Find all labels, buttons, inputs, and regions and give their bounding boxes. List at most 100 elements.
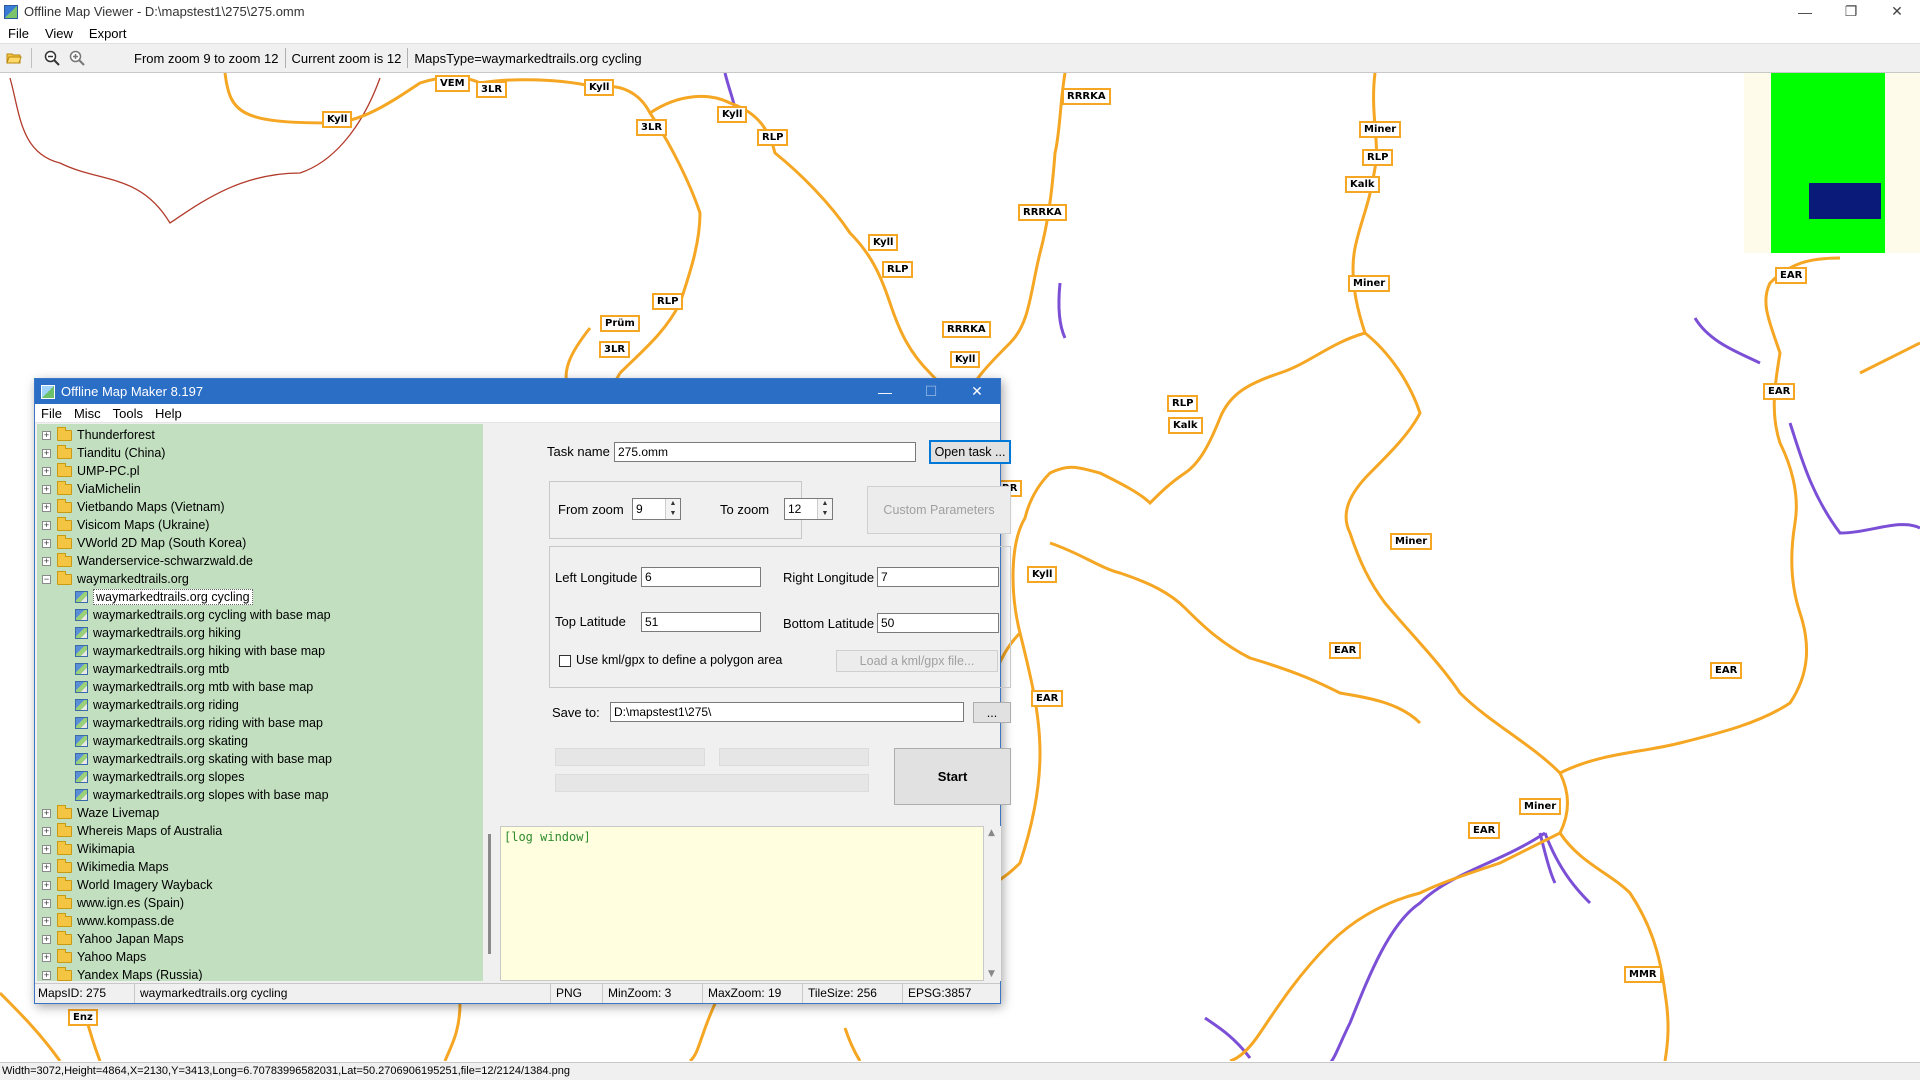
tree-folder-item[interactable]: + Visicom Maps (Ukraine) — [37, 516, 483, 534]
tree-folder-item[interactable]: + Waze Livemap — [37, 804, 483, 822]
menu-misc[interactable]: Misc — [68, 406, 107, 421]
menu-help[interactable]: Help — [149, 406, 188, 421]
trail-label: Kalk — [1345, 176, 1380, 193]
expand-icon[interactable]: + — [42, 952, 51, 962]
expand-icon[interactable]: + — [42, 484, 51, 494]
tree-map-item[interactable]: waymarkedtrails.org slopes — [37, 768, 483, 786]
minimize-icon[interactable]: — — [862, 379, 908, 404]
tree-folder-item[interactable]: + UMP-PC.pl — [37, 462, 483, 480]
open-task-button[interactable]: Open task ... — [929, 440, 1011, 464]
tree-map-item[interactable]: waymarkedtrails.org skating with base ma… — [37, 750, 483, 768]
menu-export[interactable]: Export — [81, 26, 135, 41]
expand-icon[interactable]: + — [42, 826, 51, 836]
folder-icon — [57, 894, 72, 909]
folder-icon — [57, 462, 72, 477]
save-to-input[interactable]: D:\mapstest1\275\ — [610, 702, 964, 722]
restore-icon[interactable]: ❐ — [1828, 0, 1874, 23]
close-icon[interactable]: ✕ — [954, 379, 1000, 404]
zoom-out-icon[interactable] — [41, 47, 63, 69]
load-kml-button[interactable]: Load a kml/gpx file... — [836, 650, 998, 672]
maximize-icon[interactable]: ☐ — [908, 379, 954, 404]
expand-icon[interactable]: + — [42, 844, 51, 854]
expand-icon[interactable]: + — [42, 556, 51, 566]
expand-icon[interactable]: + — [42, 880, 51, 890]
expand-icon[interactable]: + — [42, 934, 51, 944]
expand-icon[interactable]: + — [42, 898, 51, 908]
from-zoom-stepper[interactable]: 9 ▲ ▼ — [632, 498, 681, 520]
collapse-icon[interactable]: − — [42, 574, 51, 584]
expand-icon[interactable]: + — [42, 466, 51, 476]
tree-map-item[interactable]: waymarkedtrails.org riding with base map — [37, 714, 483, 732]
expand-icon[interactable]: + — [42, 970, 51, 980]
right-longitude-input[interactable]: 7 — [877, 567, 999, 587]
minimize-icon[interactable]: — — [1782, 0, 1828, 23]
tree-folder-item[interactable]: + Yahoo Japan Maps — [37, 930, 483, 948]
log-window[interactable]: [log window] — [500, 826, 984, 981]
tree-map-item[interactable]: waymarkedtrails.org slopes with base map — [37, 786, 483, 804]
custom-parameters-button[interactable]: Custom Parameters — [867, 486, 1011, 534]
expand-icon[interactable]: + — [42, 862, 51, 872]
tree-folder-item[interactable]: + Yandex Maps (Russia) — [37, 966, 483, 981]
tree-folder-item[interactable]: + Thunderforest — [37, 426, 483, 444]
browse-button[interactable]: ... — [973, 702, 1011, 723]
tree-folder-item[interactable]: + Wanderservice-schwarzwald.de — [37, 552, 483, 570]
tree-folder-item[interactable]: + Tianditu (China) — [37, 444, 483, 462]
stepper-arrows-icon[interactable]: ▲ ▼ — [665, 499, 680, 519]
tree-map-item[interactable]: waymarkedtrails.org hiking — [37, 624, 483, 642]
scroll-up-icon[interactable]: ▲ — [988, 828, 995, 838]
tree-item-label: www.ign.es (Spain) — [77, 896, 184, 910]
expand-icon[interactable]: + — [42, 502, 51, 512]
tree-folder-item[interactable]: + www.ign.es (Spain) — [37, 894, 483, 912]
menu-tools[interactable]: Tools — [107, 406, 149, 421]
start-button[interactable]: Start — [894, 748, 1011, 805]
tree-item-label: ViaMichelin — [77, 482, 141, 496]
left-longitude-input[interactable]: 6 — [641, 567, 761, 587]
expand-icon[interactable]: + — [42, 916, 51, 926]
tree-folder-item[interactable]: + Whereis Maps of Australia — [37, 822, 483, 840]
tree-scrollbar[interactable] — [483, 424, 500, 981]
close-icon[interactable]: ✕ — [1874, 0, 1920, 23]
scrollbar-thumb[interactable] — [488, 834, 491, 954]
task-name-input[interactable]: 275.omm — [614, 442, 916, 462]
expand-icon[interactable]: + — [42, 538, 51, 548]
log-scrollbar[interactable]: ▲ ▼ — [984, 826, 1001, 981]
tree-folder-item[interactable]: + Yahoo Maps — [37, 948, 483, 966]
tree-folder-item[interactable]: + VWorld 2D Map (South Korea) — [37, 534, 483, 552]
overview-minimap[interactable] — [1744, 73, 1920, 253]
tree-map-item[interactable]: waymarkedtrails.org skating — [37, 732, 483, 750]
tree-folder-item[interactable]: + Vietbando Maps (Vietnam) — [37, 498, 483, 516]
expand-icon[interactable]: + — [42, 520, 51, 530]
zoom-in-icon[interactable] — [66, 47, 88, 69]
tree-map-item[interactable]: waymarkedtrails.org mtb — [37, 660, 483, 678]
use-kml-checkbox[interactable] — [559, 655, 571, 667]
bottom-latitude-input[interactable]: 50 — [877, 613, 999, 633]
map-layer-icon — [75, 699, 88, 711]
stepper-arrows-icon[interactable]: ▲ ▼ — [817, 499, 832, 519]
minimap-viewport[interactable] — [1809, 183, 1881, 219]
tree-folder-item[interactable]: − waymarkedtrails.org — [37, 570, 483, 588]
tree-map-item[interactable]: waymarkedtrails.org mtb with base map — [37, 678, 483, 696]
tree-folder-item[interactable]: + ViaMichelin — [37, 480, 483, 498]
menu-view[interactable]: View — [37, 26, 81, 41]
map-source-tree[interactable]: + Thunderforest + Tianditu (China) + UMP-PC.p… — [37, 424, 483, 981]
expand-icon[interactable]: + — [42, 448, 51, 458]
tree-folder-item[interactable]: + Wikimapia — [37, 840, 483, 858]
scroll-down-icon[interactable]: ▼ — [988, 969, 995, 979]
tree-map-item[interactable]: waymarkedtrails.org riding — [37, 696, 483, 714]
open-folder-icon[interactable] — [3, 47, 25, 69]
expand-icon[interactable]: + — [42, 430, 51, 440]
tree-map-item[interactable]: waymarkedtrails.org cycling — [37, 588, 483, 606]
menu-file[interactable]: File — [35, 406, 68, 421]
trail-label: Miner — [1390, 533, 1433, 550]
expand-icon[interactable]: + — [42, 808, 51, 818]
status-min-zoom: MinZoom: 3 — [605, 984, 703, 1003]
tree-folder-item[interactable]: + www.kompass.de — [37, 912, 483, 930]
tree-folder-item[interactable]: + Wikimedia Maps — [37, 858, 483, 876]
to-zoom-stepper[interactable]: 12 ▲ ▼ — [784, 498, 833, 520]
tree-folder-item[interactable]: + World Imagery Wayback — [37, 876, 483, 894]
tree-map-item[interactable]: waymarkedtrails.org hiking with base map — [37, 642, 483, 660]
tree-map-item[interactable]: waymarkedtrails.org cycling with base ma… — [37, 606, 483, 624]
menu-file[interactable]: File — [0, 26, 37, 41]
top-latitude-input[interactable]: 51 — [641, 612, 761, 632]
folder-icon — [57, 480, 72, 495]
